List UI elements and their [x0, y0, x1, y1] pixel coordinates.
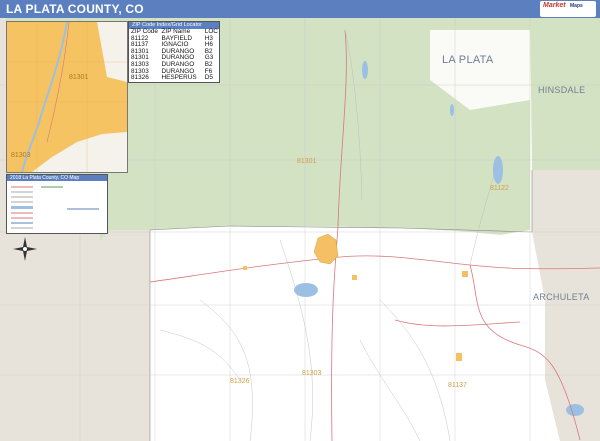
inset-zip-label-b: 81303 — [11, 152, 31, 159]
inset-map-drawing — [7, 22, 127, 172]
logo-text-1: Market — [543, 2, 566, 9]
map-legend: 2018 La Plata County, CO Map — [6, 174, 108, 234]
inset-zip-label-a: 81301 — [69, 74, 89, 81]
city-hesperus — [243, 266, 247, 270]
lake-south — [566, 404, 584, 416]
city-small — [352, 275, 357, 280]
county-south — [150, 226, 560, 441]
zip-label-81122: 81122 — [490, 185, 509, 192]
map-title: LA PLATA COUNTY, CO — [6, 2, 144, 16]
logo-text-2: Maps — [570, 3, 583, 9]
zip-code: 81326 — [131, 74, 149, 82]
label-hinsdale: HINSDALE — [538, 85, 586, 95]
zip-index-table: ZIP Code Index/Grid Locator ZIP Code ZIP… — [128, 21, 220, 83]
publisher-logo: Market Maps — [540, 1, 596, 17]
zip-label-81303: 81303 — [302, 370, 322, 377]
city-ignacio — [456, 353, 462, 361]
title-bar: LA PLATA COUNTY, CO Market Maps — [0, 0, 600, 18]
inset-map: 81301 81303 — [6, 21, 128, 173]
lake-north — [362, 61, 368, 79]
label-la-plata: LA PLATA — [442, 54, 494, 66]
zip-index-row: 81326 HESPERUS D5 — [129, 75, 219, 82]
lake-lemon — [450, 104, 454, 116]
zip-index-grid: ZIP Code ZIP Name LOC 81122 BAYFIELD H3 81… — [129, 28, 219, 82]
zip-label-81326: 81326 — [230, 378, 250, 385]
compass-rose-icon — [13, 237, 37, 261]
zip-loc: D5 — [204, 74, 213, 82]
legend-symbols — [11, 186, 99, 229]
zip-label-81137: 81137 — [448, 382, 467, 389]
zip-label-81301: 81301 — [297, 158, 317, 165]
label-archuleta: ARCHULETA — [533, 292, 590, 302]
zip-name: HESPERUS — [161, 74, 197, 82]
lake-nighthorse — [294, 283, 318, 297]
city-bayfield — [462, 271, 468, 277]
